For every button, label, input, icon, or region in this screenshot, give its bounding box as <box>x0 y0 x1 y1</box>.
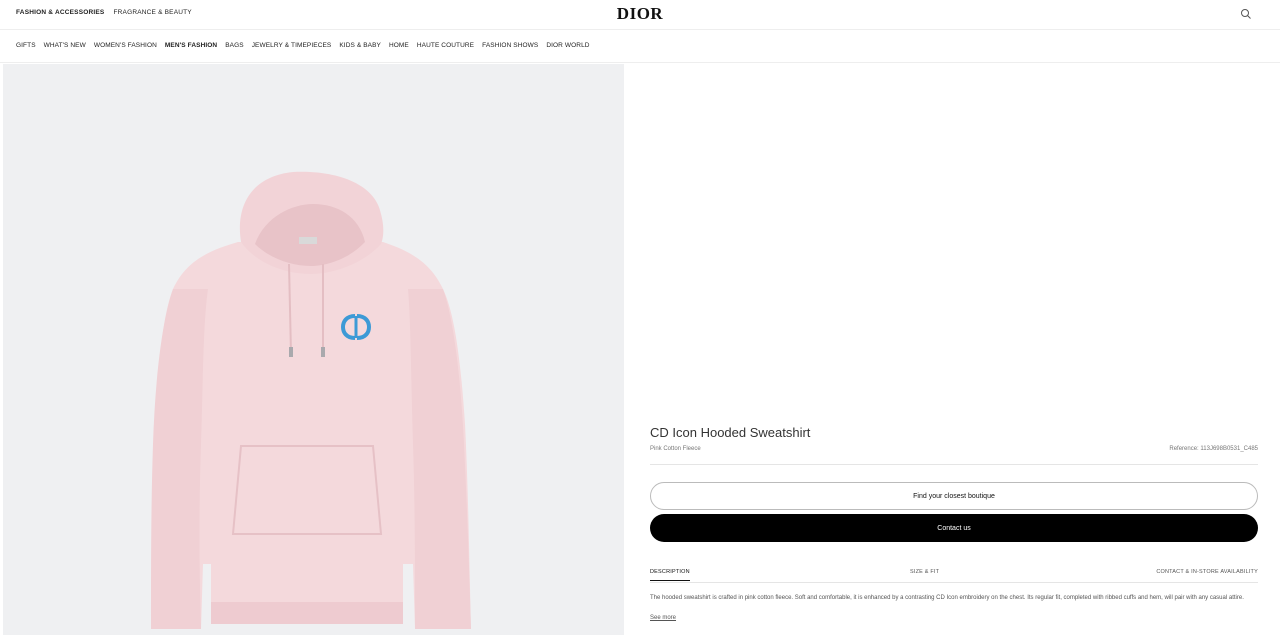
top-bar: FASHION & ACCESSORIES FRAGRANCE & BEAUTY… <box>0 0 1280 30</box>
tab-size-fit[interactable]: SIZE & FIT <box>910 569 939 575</box>
tab-description[interactable]: DESCRIPTION <box>650 569 690 581</box>
product-details: CD Icon Hooded Sweatshirt Pink Cotton Fl… <box>650 64 1258 635</box>
divider <box>650 464 1258 465</box>
nav-item-womens-fashion[interactable]: WOMEN'S FASHION <box>94 42 157 49</box>
product-image[interactable] <box>3 64 624 635</box>
product-subtitle: Pink Cotton Fleece <box>650 446 701 452</box>
product-reference: Reference: 113J698B0531_C485 <box>1169 446 1258 452</box>
nav-item-whats-new[interactable]: WHAT'S NEW <box>44 42 86 49</box>
product-description: The hooded sweatshirt is crafted in pink… <box>650 595 1244 601</box>
see-more-link[interactable]: See more <box>650 615 676 621</box>
nav-item-mens-fashion[interactable]: MEN'S FASHION <box>165 42 217 49</box>
nav-item-fashion-shows[interactable]: FASHION SHOWS <box>482 42 538 49</box>
nav-item-haute-couture[interactable]: HAUTE COUTURE <box>417 42 474 49</box>
nav-item-bags[interactable]: BAGS <box>225 42 243 49</box>
contact-us-button[interactable]: Contact us <box>650 514 1258 542</box>
nav-item-home[interactable]: HOME <box>389 42 409 49</box>
main-nav: GIFTS WHAT'S NEW WOMEN'S FASHION MEN'S F… <box>0 30 1280 63</box>
dior-logo[interactable]: DIOR <box>0 4 1280 24</box>
nav-item-kids-baby[interactable]: KIDS & BABY <box>339 42 381 49</box>
search-icon[interactable] <box>1240 8 1252 20</box>
nav-item-dior-world[interactable]: DIOR WORLD <box>546 42 589 49</box>
nav-item-gifts[interactable]: GIFTS <box>16 42 36 49</box>
find-boutique-button[interactable]: Find your closest boutique <box>650 482 1258 510</box>
nav-item-jewelry[interactable]: JEWELRY & TIMEPIECES <box>252 42 332 49</box>
product-tabs: DESCRIPTION SIZE & FIT CONTACT & IN-STOR… <box>650 569 1258 583</box>
product-title: CD Icon Hooded Sweatshirt <box>650 425 811 440</box>
hoodie-illustration <box>151 171 471 629</box>
tab-contact-availability[interactable]: CONTACT & IN-STORE AVAILABILITY <box>1156 569 1258 575</box>
